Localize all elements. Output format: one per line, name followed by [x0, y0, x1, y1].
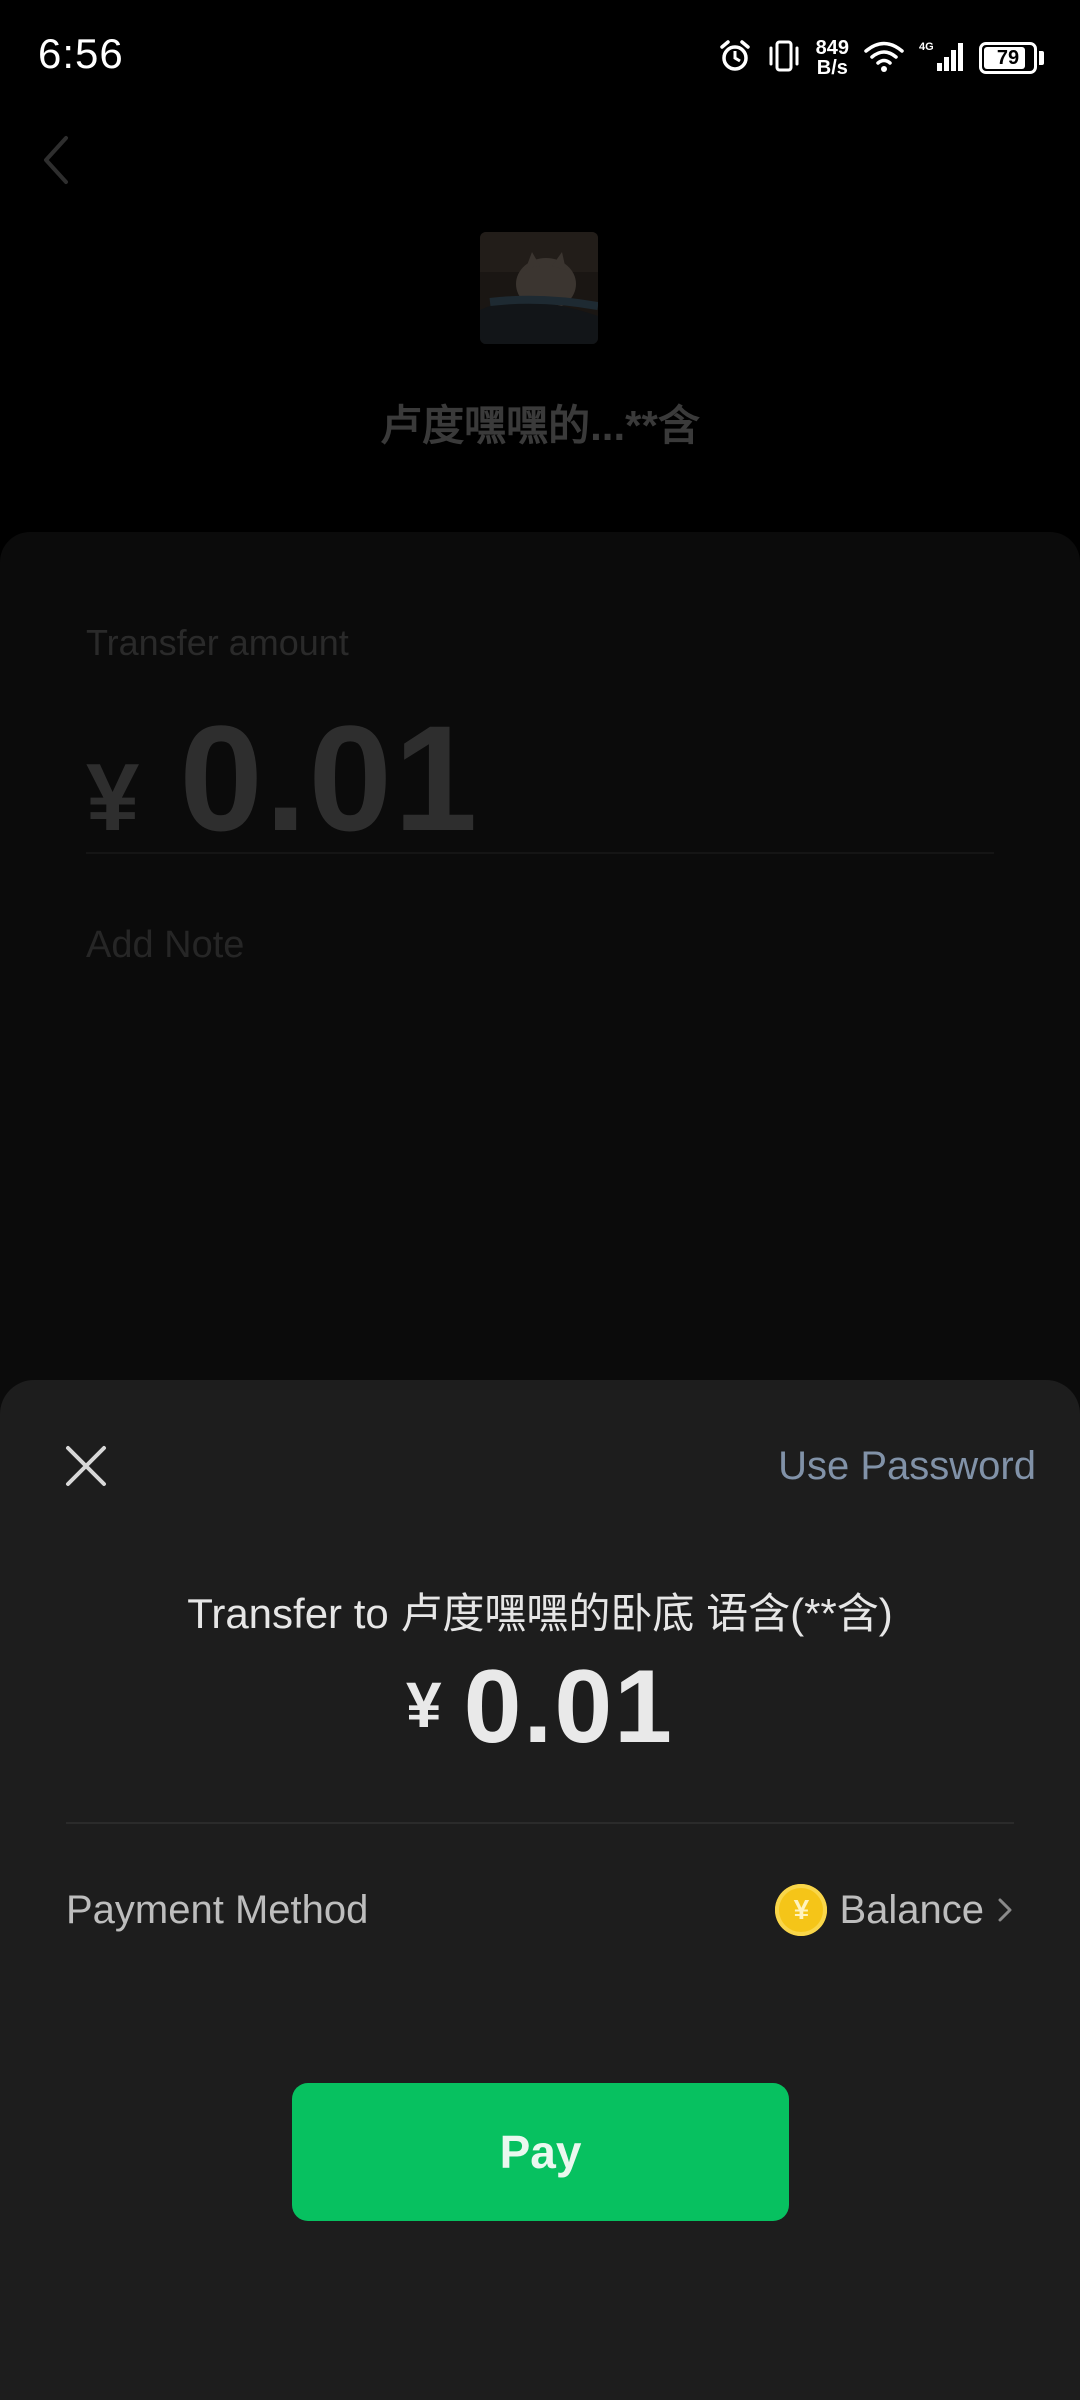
network-speed: 849 B/s	[816, 38, 849, 78]
battery-level: 79	[996, 46, 1020, 69]
transfer-to-text: Transfer to 卢度嘿嘿的卧底 语含(**含)	[187, 1590, 893, 1637]
signal-4g-icon: 4G	[919, 39, 965, 78]
payment-method-value: Balance	[839, 1887, 984, 1932]
use-password-link[interactable]: Use Password	[778, 1444, 1036, 1489]
wifi-icon	[863, 39, 905, 78]
payment-method-row[interactable]: Payment Method ¥ Balance	[66, 1870, 1014, 1950]
alarm-icon	[718, 39, 752, 78]
recipient-name: 卢度嘿嘿的...**含	[380, 402, 700, 449]
status-bar: 6:56 849 B/s 4G 79	[0, 0, 1080, 120]
currency-symbol: ¥	[405, 1669, 442, 1741]
divider	[86, 852, 994, 854]
status-icons: 849 B/s 4G 79	[718, 34, 1044, 82]
transfer-screen: 6:56 849 B/s 4G 79 卢度嘿嘿的...**含 Transfer …	[0, 0, 1080, 2400]
payment-sheet: Use Password Transfer to 卢度嘿嘿的卧底 语含(**含)…	[0, 1380, 1080, 2400]
payment-amount: ¥ 0.01	[0, 1648, 1080, 1767]
battery-icon: 79	[979, 42, 1037, 74]
transfer-amount-value: 0.01	[179, 694, 480, 862]
pay-button[interactable]: Pay	[292, 2083, 789, 2221]
chevron-right-icon	[998, 1898, 1012, 1922]
yuan-coin-icon: ¥	[775, 1884, 828, 1936]
payment-method-selector[interactable]: ¥ Balance	[775, 1884, 1014, 1936]
vibrate-icon	[766, 39, 802, 78]
add-note-link[interactable]: Add Note	[86, 924, 244, 967]
network-speed-value: 849	[815, 37, 849, 59]
status-time: 6:56	[38, 30, 124, 77]
payment-method-label: Payment Method	[66, 1887, 369, 1932]
back-button[interactable]	[36, 130, 76, 190]
close-button[interactable]	[60, 1440, 112, 1492]
recipient-avatar	[480, 232, 598, 344]
transfer-amount-label: Transfer amount	[86, 622, 349, 663]
network-speed-unit: B/s	[816, 57, 848, 79]
svg-text:4G: 4G	[919, 41, 934, 53]
currency-symbol: ¥	[86, 744, 140, 851]
close-icon	[66, 1446, 106, 1486]
divider	[66, 1822, 1014, 1824]
battery-nub	[1039, 51, 1044, 65]
chevron-left-icon	[44, 136, 68, 184]
transfer-amount-input[interactable]: ¥ 0.01	[86, 692, 479, 865]
payment-amount-value: 0.01	[463, 1649, 674, 1765]
